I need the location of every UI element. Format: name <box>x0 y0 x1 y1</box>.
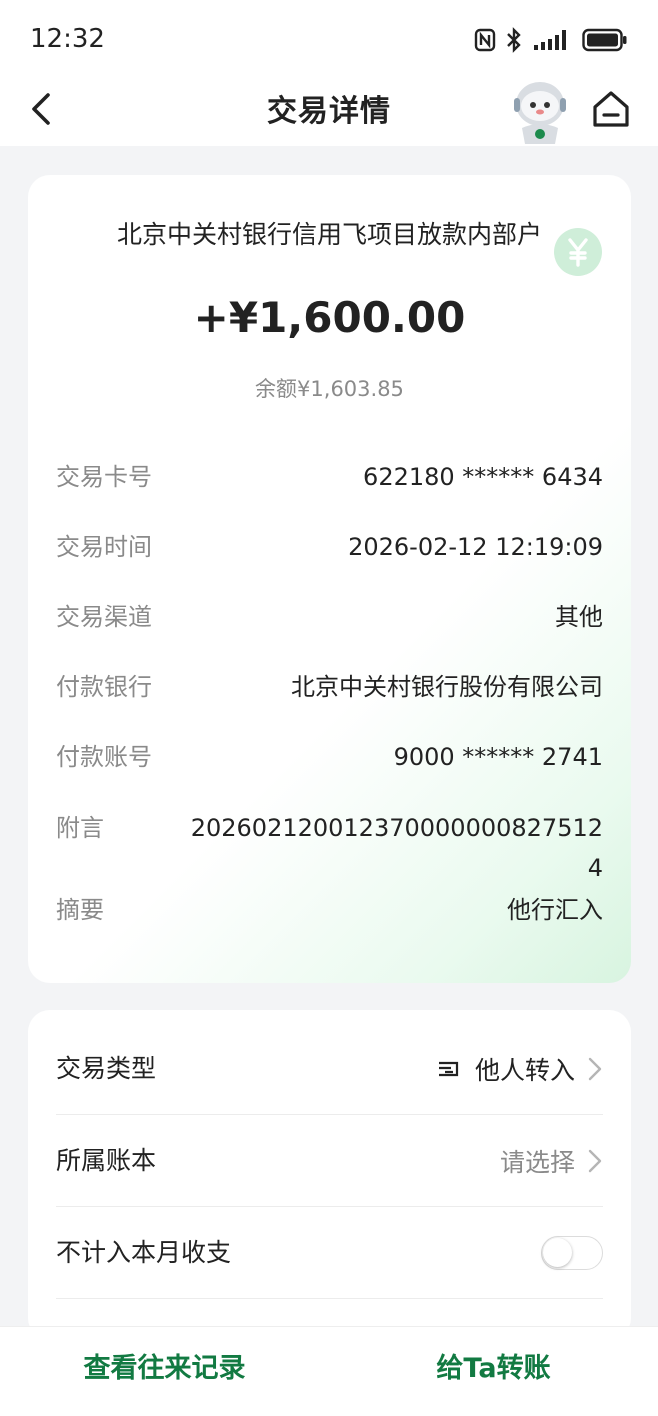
transfer-to-ta-button[interactable]: 给Ta转账 <box>329 1327 658 1416</box>
detail-label: 付款账号 <box>56 743 152 771</box>
account-book-label: 所属账本 <box>56 1146 157 1175</box>
detail-value: 他行汇入 <box>507 896 603 924</box>
transaction-type-label: 交易类型 <box>56 1054 157 1083</box>
detail-label: 付款银行 <box>56 673 152 701</box>
detail-label: 附言 <box>56 814 104 842</box>
balance-text: 余额¥1,603.85 <box>255 377 404 401</box>
detail-label: 交易渠道 <box>56 603 152 631</box>
transaction-type-row[interactable]: 交易类型 他人转入 <box>56 1023 603 1115</box>
status-bar: 12:32 <box>0 0 658 72</box>
status-time: 12:32 <box>30 24 105 54</box>
robot-assistant-icon[interactable] <box>508 76 572 146</box>
battery-icon <box>582 28 627 52</box>
settings-card: 交易类型 他人转入 所属账本 请选择 不计入本月收支 <box>28 1010 631 1340</box>
payee-name: 北京中关村银行信用飞项目放款内部户 <box>116 220 542 249</box>
detail-label: 交易卡号 <box>56 463 152 491</box>
detail-value: 622180 ****** 6434 <box>363 463 603 491</box>
bluetooth-icon <box>507 27 521 53</box>
account-book-value: 请选择 <box>499 1148 575 1177</box>
transaction-amount: +¥1,600.00 <box>193 293 466 342</box>
detail-label: 摘要 <box>56 896 104 924</box>
home-icon <box>593 91 629 127</box>
nav-bar: 交易详情 <box>0 72 658 146</box>
detail-label: 交易时间 <box>56 533 152 561</box>
transaction-card: 北京中关村银行信用飞项目放款内部户 +¥1,600.00 余额¥1,603.85… <box>28 175 631 983</box>
detail-value: 其他 <box>555 603 603 631</box>
detail-value: 9000 ****** 2741 <box>393 743 603 771</box>
bottom-action-bar: 查看往来记录 给Ta转账 <box>0 1326 658 1416</box>
chevron-right-icon <box>588 1149 602 1173</box>
detail-value: 北京中关村银行股份有限公司 <box>291 673 603 701</box>
view-history-button[interactable]: 查看往来记录 <box>0 1327 329 1416</box>
detail-value: 202602120012370000000827512 4 <box>190 814 603 882</box>
account-book-row[interactable]: 所属账本 请选择 <box>56 1115 603 1207</box>
exclude-monthly-toggle[interactable] <box>541 1236 603 1270</box>
transaction-type-value: 他人转入 <box>474 1056 575 1085</box>
chevron-right-icon <box>588 1057 602 1081</box>
status-icons <box>474 25 628 55</box>
exclude-monthly-label: 不计入本月收支 <box>56 1238 232 1267</box>
home-button[interactable] <box>590 88 632 130</box>
toggle-knob <box>543 1238 572 1267</box>
detail-value: 2026-02-12 12:19:09 <box>348 533 603 561</box>
signal-icon <box>534 30 566 50</box>
exclude-monthly-row: 不计入本月收支 <box>56 1207 603 1299</box>
transfer-card-icon <box>438 1061 459 1077</box>
nfc-icon <box>474 28 496 52</box>
